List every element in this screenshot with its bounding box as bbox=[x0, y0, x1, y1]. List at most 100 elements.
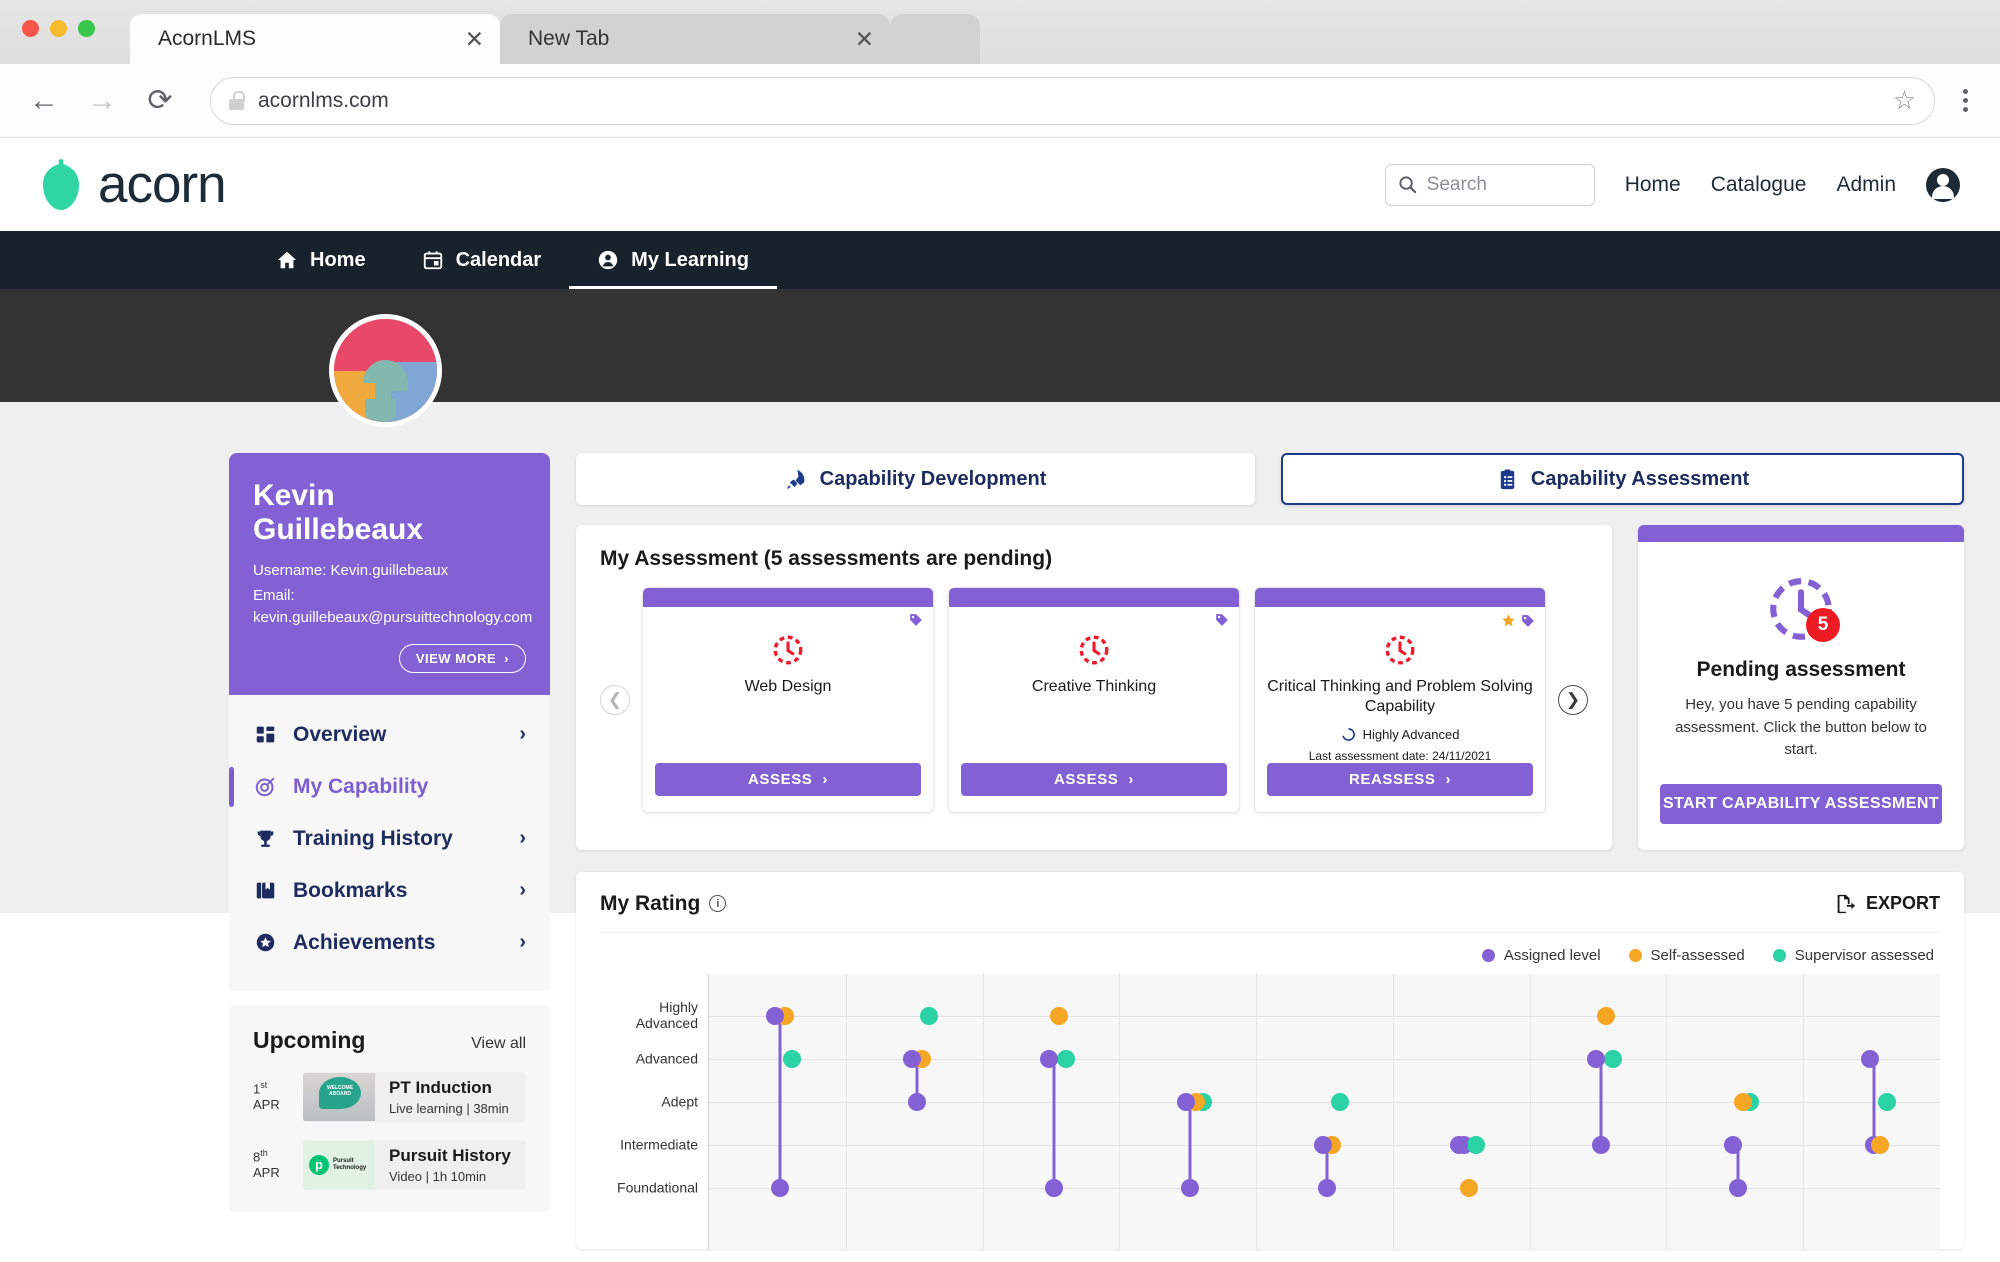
upcoming-item-body: WELCOME ABOARD PT Induction Live learnin… bbox=[303, 1071, 526, 1122]
export-button[interactable]: EXPORT bbox=[1834, 893, 1940, 915]
tab-capability-assessment[interactable]: Capability Assessment bbox=[1281, 453, 1964, 505]
reassess-button[interactable]: REASSESS › bbox=[1267, 763, 1533, 796]
card-body: Web Design ASSESS › bbox=[643, 607, 933, 812]
sidebar-item-achievements[interactable]: Achievements › bbox=[229, 917, 550, 969]
primary-navigation: Home Calendar My Learning bbox=[0, 231, 2000, 289]
chart-point-assigned-level bbox=[1591, 1135, 1610, 1154]
tag-icon bbox=[1216, 614, 1228, 626]
level-ring-icon bbox=[1341, 728, 1355, 741]
sidebar-item-bookmarks[interactable]: Bookmarks › bbox=[229, 865, 550, 917]
y-axis-tick-label: Foundational bbox=[617, 1179, 698, 1196]
site-header: acorn Search Home Catalogue Admin bbox=[0, 138, 2000, 231]
tab-capability-development[interactable]: Capability Development bbox=[576, 453, 1255, 505]
browser-toolbar: ← → ⟳ acornlms.com ☆ bbox=[0, 64, 2000, 138]
assessment-card-creative-thinking[interactable]: Creative Thinking ASSESS › bbox=[948, 587, 1240, 813]
info-icon[interactable]: i bbox=[709, 895, 727, 912]
chart-gridline-vertical bbox=[1666, 973, 1668, 1249]
chart-gridline-vertical bbox=[1803, 973, 1805, 1249]
card-top-band bbox=[1255, 588, 1545, 607]
sidebar-item-label: Overview bbox=[293, 722, 387, 746]
pending-count-badge: 5 bbox=[1806, 608, 1840, 642]
avatar[interactable] bbox=[329, 314, 442, 427]
reload-icon[interactable]: ⟳ bbox=[142, 85, 178, 116]
bookmark-star-icon[interactable]: ☆ bbox=[1893, 85, 1916, 116]
assess-button-label: ASSESS bbox=[1053, 771, 1119, 788]
chart-point-supervisor-assessed bbox=[920, 1006, 939, 1025]
sidebar-item-overview[interactable]: Overview › bbox=[229, 709, 550, 761]
close-window-button[interactable] bbox=[22, 20, 39, 37]
y-axis-tick-label: Highly Advanced bbox=[635, 998, 698, 1032]
tab-close-icon[interactable]: ✕ bbox=[465, 26, 484, 53]
sidebar-item-training-history[interactable]: Training History › bbox=[229, 813, 550, 865]
nav-admin[interactable]: Admin bbox=[1836, 173, 1896, 197]
trophy-icon bbox=[253, 827, 277, 851]
search-input[interactable]: Search bbox=[1384, 163, 1595, 206]
minimize-window-button[interactable] bbox=[50, 20, 67, 37]
legend-swatch bbox=[1628, 948, 1642, 962]
nav-catalogue[interactable]: Catalogue bbox=[1711, 173, 1807, 197]
chevron-right-icon: › bbox=[519, 931, 526, 954]
account-circle-icon[interactable] bbox=[1926, 167, 1960, 202]
card-title: Creative Thinking bbox=[1031, 678, 1157, 695]
maximize-window-button[interactable] bbox=[78, 20, 95, 37]
view-more-button[interactable]: VIEW MORE › bbox=[398, 643, 526, 673]
acorn-logo[interactable]: acorn bbox=[38, 154, 227, 215]
assess-button[interactable]: ASSESS › bbox=[961, 763, 1227, 796]
assessment-card-critical-thinking[interactable]: Critical Thinking and Problem Solving Ca… bbox=[1254, 587, 1546, 813]
upcoming-date: 1st APR bbox=[253, 1080, 289, 1114]
browser-tab-new-tab[interactable]: New Tab ✕ bbox=[500, 14, 890, 64]
chevron-right-icon[interactable]: ❯ bbox=[1558, 685, 1588, 715]
header-right-group: Search Home Catalogue Admin bbox=[1384, 163, 1960, 206]
chart-point-assigned-level bbox=[771, 1178, 790, 1197]
sidebar-item-label: Bookmarks bbox=[293, 878, 408, 902]
tab-close-icon[interactable]: ✕ bbox=[855, 26, 874, 53]
clipboard-icon bbox=[1500, 468, 1515, 489]
card-badges bbox=[1215, 613, 1229, 627]
assessment-card-web-design[interactable]: Web Design ASSESS › bbox=[642, 587, 934, 813]
forward-icon[interactable]: → bbox=[84, 85, 120, 116]
legend-item-assigned-level: Assigned level bbox=[1481, 947, 1601, 964]
nav-item-calendar[interactable]: Calendar bbox=[394, 231, 570, 289]
upcoming-date: 8th APR bbox=[253, 1148, 289, 1182]
new-tab-button[interactable] bbox=[890, 14, 980, 64]
legend-swatch bbox=[1481, 948, 1495, 962]
chevron-left-icon[interactable]: ❮ bbox=[600, 685, 630, 715]
my-rating-chart: Highly Advanced Advanced Adept Intermediate… bbox=[600, 973, 1940, 1249]
address-bar[interactable]: acornlms.com ☆ bbox=[210, 76, 1935, 125]
chevron-right-icon: › bbox=[822, 771, 829, 788]
profile-card: Kevin Guillebeaux Username: Kevin.guille… bbox=[229, 453, 550, 695]
chart-point-self-assessed bbox=[1049, 1006, 1068, 1025]
chart-gridline-vertical bbox=[1529, 973, 1531, 1249]
nav-item-home[interactable]: Home bbox=[248, 231, 394, 289]
upcoming-item-meta: Video | 1h 10min bbox=[389, 1168, 487, 1184]
card-title: Critical Thinking and Problem Solving Ca… bbox=[1267, 678, 1533, 715]
pending-assessment-panel: 5 Pending assessment Hey, you have 5 pen… bbox=[1638, 525, 1964, 850]
y-axis-tick-label: Intermediate bbox=[620, 1136, 698, 1153]
chart-point-self-assessed bbox=[1870, 1135, 1889, 1154]
browser-tabstrip: AcornLMS ✕ New Tab ✕ bbox=[0, 0, 2000, 64]
my-rating-title: My Rating i bbox=[600, 892, 727, 916]
chart-gridline-horizontal bbox=[709, 1015, 1940, 1017]
chart-point-assigned-level bbox=[1587, 1049, 1606, 1068]
nav-item-my-learning[interactable]: My Learning bbox=[569, 231, 777, 289]
pending-clock-icon bbox=[1079, 635, 1109, 665]
sidebar-item-my-capability[interactable]: My Capability bbox=[229, 761, 550, 813]
browser-menu-icon[interactable] bbox=[1957, 89, 1974, 112]
chevron-right-icon: › bbox=[519, 879, 526, 902]
upcoming-view-all-link[interactable]: View all bbox=[471, 1035, 526, 1053]
sidebar-item-label: My Capability bbox=[293, 774, 429, 798]
list-item[interactable]: 8th APR p Pursuit Technology Pursuit His… bbox=[253, 1139, 526, 1190]
upcoming-item-name: Pursuit History bbox=[389, 1145, 511, 1165]
chart-point-assigned-level bbox=[1040, 1049, 1058, 1068]
start-capability-assessment-button[interactable]: START CAPABILITY ASSESSMENT bbox=[1660, 783, 1942, 824]
list-item[interactable]: 1st APR WELCOME ABOARD PT Induction Live… bbox=[253, 1071, 526, 1122]
upcoming-item-meta: Live learning | 38min bbox=[389, 1100, 509, 1116]
assess-button[interactable]: ASSESS › bbox=[655, 763, 921, 796]
nav-home[interactable]: Home bbox=[1625, 173, 1681, 197]
upcoming-thumbnail: p Pursuit Technology bbox=[303, 1140, 375, 1189]
chart-point-self-assessed bbox=[1733, 1092, 1752, 1111]
back-icon[interactable]: ← bbox=[26, 85, 62, 116]
page-body: Kevin Guillebeaux Username: Kevin.guille… bbox=[0, 402, 2000, 1249]
browser-tab-acornlms[interactable]: AcornLMS ✕ bbox=[130, 14, 500, 64]
left-sidebar: Kevin Guillebeaux Username: Kevin.guille… bbox=[229, 453, 550, 1249]
